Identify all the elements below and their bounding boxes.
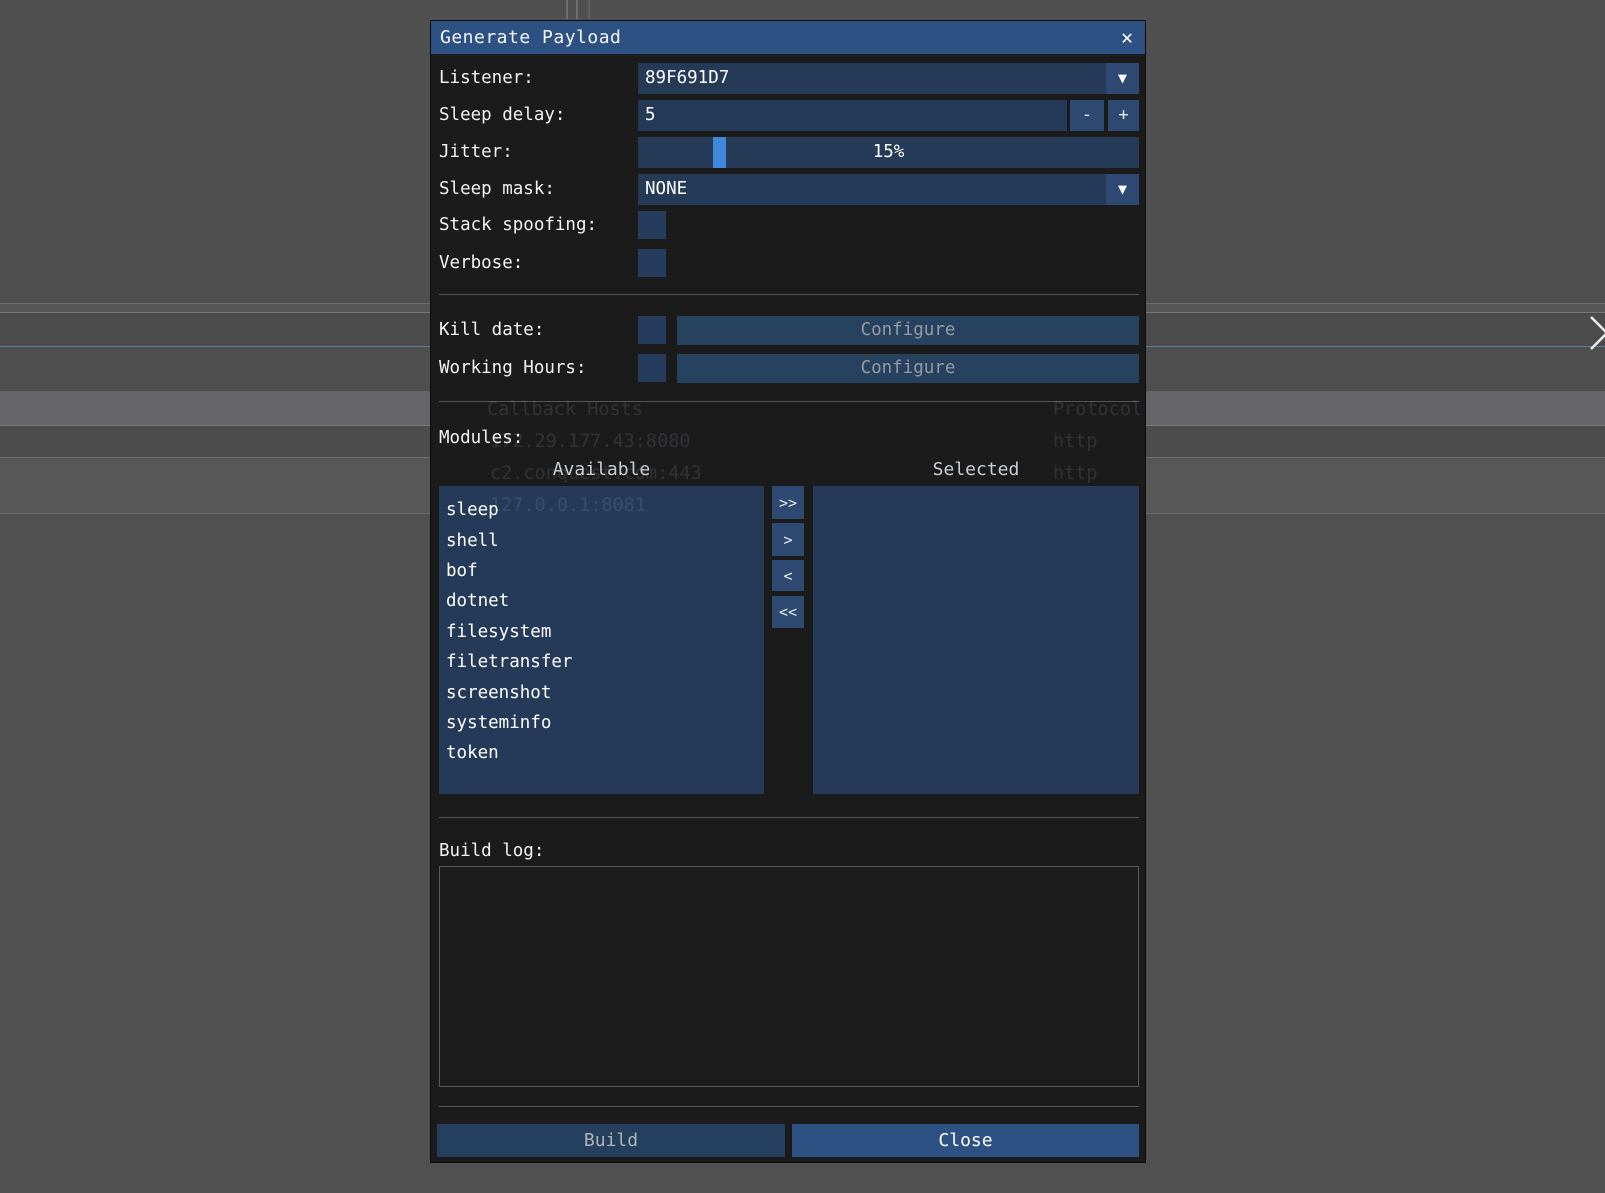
working-hours-checkbox[interactable]	[638, 354, 666, 382]
working-hours-configure-button[interactable]: Configure	[677, 354, 1139, 383]
remove-module-button[interactable]: <	[772, 560, 804, 591]
ghost-column-header: Callback Hosts	[487, 399, 643, 420]
list-item[interactable]: shell	[439, 525, 764, 555]
listener-label: Listener:	[439, 63, 534, 94]
chevron-down-icon[interactable]: ▼	[1106, 63, 1139, 94]
add-all-modules-button[interactable]: >>	[772, 486, 804, 519]
sleep-mask-combobox[interactable]: NONE ▼	[638, 174, 1139, 205]
listener-combobox[interactable]: 89F691D7 ▼	[638, 63, 1139, 94]
sleep-mask-label: Sleep mask:	[439, 174, 555, 205]
list-item[interactable]: sleep	[439, 495, 764, 525]
screen: { "dialog": { "title": "Generate Payload…	[0, 0, 1605, 1193]
remove-all-modules-button[interactable]: <<	[772, 596, 804, 628]
pane-divider-tick	[588, 0, 590, 19]
sleep-delay-increment-button[interactable]: +	[1108, 100, 1139, 131]
list-item[interactable]: dotnet	[439, 586, 764, 616]
kill-date-label: Kill date:	[439, 316, 544, 345]
list-item[interactable]: filesystem	[439, 617, 764, 647]
sleep-delay-input[interactable]: 5	[638, 100, 1067, 131]
list-item[interactable]: token	[439, 738, 764, 768]
sleep-delay-label: Sleep delay:	[439, 100, 565, 131]
add-module-button[interactable]: >	[772, 523, 804, 556]
kill-date-checkbox[interactable]	[638, 316, 666, 344]
pane-divider-tick	[566, 0, 568, 19]
jitter-slider[interactable]: 15%	[638, 137, 1139, 168]
sleep-delay-value: 5	[638, 100, 1067, 131]
build-log-textarea[interactable]	[439, 866, 1139, 1087]
working-hours-label: Working Hours:	[439, 354, 587, 383]
jitter-value: 15%	[638, 137, 1139, 168]
divider	[439, 817, 1139, 818]
chevron-right-icon[interactable]	[1588, 314, 1605, 352]
selected-modules-list[interactable]	[813, 486, 1139, 794]
ghost-column-header: Protocol	[1053, 399, 1142, 420]
divider	[439, 401, 1139, 402]
close-button[interactable]: Close	[792, 1124, 1139, 1157]
divider	[439, 1106, 1139, 1107]
build-log-label: Build log:	[439, 839, 544, 863]
available-modules-list[interactable]: sleep shell bof dotnet filesystem filetr…	[439, 486, 764, 794]
generate-payload-dialog: Generate Payload ✕ Listener: 89F691D7 ▼ …	[430, 20, 1146, 1163]
close-icon[interactable]: ✕	[1114, 24, 1140, 50]
dialog-titlebar[interactable]: Generate Payload ✕	[431, 21, 1145, 54]
modules-label: Modules:	[439, 426, 523, 450]
list-item[interactable]: bof	[439, 556, 764, 586]
verbose-label: Verbose:	[439, 249, 523, 277]
pane-divider-tick	[576, 0, 578, 19]
sleep-delay-decrement-button[interactable]: -	[1070, 100, 1104, 131]
build-button[interactable]: Build	[437, 1124, 785, 1157]
sleep-mask-value: NONE	[638, 174, 1139, 205]
dialog-title: Generate Payload	[440, 21, 621, 54]
list-item[interactable]: systeminfo	[439, 708, 764, 738]
ghost-cell: http	[1053, 431, 1098, 452]
jitter-label: Jitter:	[439, 137, 513, 168]
stack-spoofing-checkbox[interactable]	[638, 211, 666, 239]
listener-value: 89F691D7	[638, 63, 1139, 94]
stack-spoofing-label: Stack spoofing:	[439, 211, 597, 239]
selected-list-label: Selected	[813, 459, 1139, 480]
list-item[interactable]: filetransfer	[439, 647, 764, 677]
kill-date-configure-button[interactable]: Configure	[677, 316, 1139, 345]
list-item[interactable]: screenshot	[439, 677, 764, 707]
available-list-label: Available	[439, 459, 764, 480]
divider	[439, 294, 1139, 295]
verbose-checkbox[interactable]	[638, 249, 666, 277]
chevron-down-icon[interactable]: ▼	[1106, 174, 1139, 205]
